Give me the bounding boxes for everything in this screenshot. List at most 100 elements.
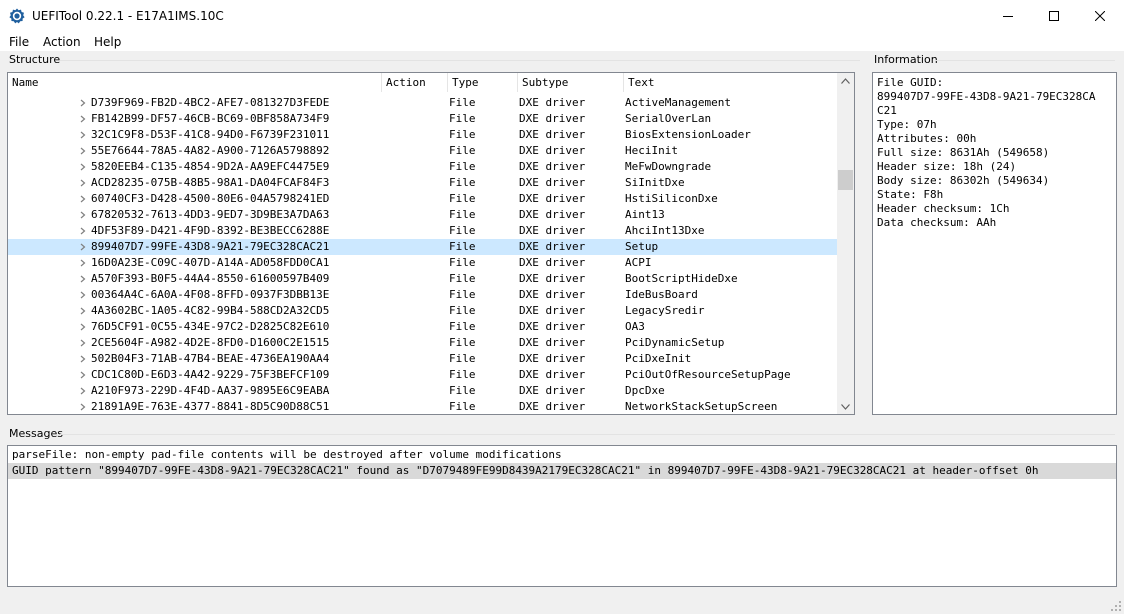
tree-row[interactable]: 76D5CF91-0C55-434E-97C2-D2825C82E610 File…: [8, 319, 837, 335]
menu-file[interactable]: File: [9, 34, 29, 50]
tree-row[interactable]: FB142B99-DF57-46CB-BC69-0BF858A734F9 File…: [8, 111, 837, 127]
row-type: File: [449, 304, 476, 317]
row-subtype: DXE driver: [519, 160, 586, 173]
row-type: File: [449, 400, 476, 413]
maximize-button[interactable]: [1031, 0, 1077, 31]
expand-chevron-icon[interactable]: [78, 383, 88, 399]
expand-chevron-icon[interactable]: [78, 255, 88, 271]
expand-chevron-icon[interactable]: [78, 303, 88, 319]
expand-chevron-icon[interactable]: [78, 191, 88, 207]
menu-help[interactable]: Help: [94, 34, 121, 50]
row-name: 2CE5604F-A982-4D2E-8FD0-D1600C2E1515: [91, 336, 330, 349]
expand-chevron-icon[interactable]: [78, 335, 88, 351]
tree-row[interactable]: ACD28235-075B-48B5-98A1-DA04FCAF84F3 File…: [8, 175, 837, 191]
messages-list[interactable]: parseFile: non-empty pad-file contents w…: [7, 445, 1117, 587]
message-line[interactable]: parseFile: non-empty pad-file contents w…: [8, 447, 562, 463]
tree-row[interactable]: 4A3602BC-1A05-4C82-99B4-588CD2A32CD5 File…: [8, 303, 837, 319]
column-header-type[interactable]: Type: [448, 73, 518, 92]
expand-chevron-icon[interactable]: [78, 175, 88, 191]
tree-row[interactable]: 16D0A23E-C09C-407D-A14A-AD058FDD0CA1 File…: [8, 255, 837, 271]
tree-row[interactable]: 21891A9E-763E-4377-8841-8D5C90D88C51 File…: [8, 399, 837, 414]
expand-chevron-icon[interactable]: [78, 287, 88, 303]
expand-chevron-icon[interactable]: [78, 367, 88, 383]
information-line: Full size: 8631Ah (549658): [877, 146, 1050, 159]
row-name: 16D0A23E-C09C-407D-A14A-AD058FDD0CA1: [91, 256, 330, 269]
row-subtype: DXE driver: [519, 96, 586, 109]
tree-row[interactable]: 55E76644-78A5-4A82-A900-7126A5798892 File…: [8, 143, 837, 159]
title-bar: UEFITool 0.22.1 - E17A1IMS.10C: [0, 0, 1124, 31]
structure-label: Structure: [9, 53, 61, 66]
row-name: 502B04F3-71AB-47B4-BEAE-4736EA190AA4: [91, 352, 330, 365]
row-name: ACD28235-075B-48B5-98A1-DA04FCAF84F3: [91, 176, 330, 189]
tree-row[interactable]: 5820EEB4-C135-4854-9D2A-AA9EFC4475E9 File…: [8, 159, 837, 175]
row-name: FB142B99-DF57-46CB-BC69-0BF858A734F9: [91, 112, 330, 125]
row-subtype: DXE driver: [519, 112, 586, 125]
row-name: CDC1C80D-E6D3-4A42-9229-75F3BEFCF109: [91, 368, 330, 381]
size-grip-icon[interactable]: [1110, 600, 1122, 612]
tree-row[interactable]: 4DF53F89-D421-4F9D-8392-BE3BECC6288E File…: [8, 223, 837, 239]
tree-row[interactable]: D739F969-FB2D-4BC2-AFE7-081327D3FEDE File…: [8, 95, 837, 111]
maximize-icon: [1049, 10, 1059, 21]
structure-separator: [60, 60, 860, 61]
structure-scrollbar[interactable]: [837, 73, 854, 414]
information-panel[interactable]: File GUID: 899407D7-99FE-43D8-9A21-79EC32…: [872, 72, 1117, 415]
column-header-name[interactable]: Name: [8, 73, 382, 92]
row-type: File: [449, 288, 476, 301]
column-header-action[interactable]: Action: [382, 73, 448, 92]
tree-row[interactable]: 00364A4C-6A0A-4F08-8FFD-0937F3DBB13E File…: [8, 287, 837, 303]
information-label: Information: [874, 53, 938, 66]
expand-chevron-icon[interactable]: [78, 319, 88, 335]
expand-chevron-icon[interactable]: [78, 399, 88, 414]
scroll-thumb[interactable]: [838, 170, 853, 190]
column-header-subtype[interactable]: Subtype: [518, 73, 624, 92]
row-type: File: [449, 176, 476, 189]
row-text: BiosExtensionLoader: [625, 128, 751, 141]
menu-bar: File Action Help: [0, 31, 1124, 51]
row-subtype: DXE driver: [519, 240, 586, 253]
information-text: File GUID: 899407D7-99FE-43D8-9A21-79EC32…: [877, 76, 1116, 230]
row-text: PciDxeInit: [625, 352, 692, 365]
row-type: File: [449, 96, 476, 109]
menu-action[interactable]: Action: [43, 34, 81, 50]
expand-chevron-icon[interactable]: [78, 143, 88, 159]
tree-row[interactable]: A570F393-B0F5-44A4-8550-61600597B409 File…: [8, 271, 837, 287]
minimize-icon: [1003, 15, 1013, 17]
row-text: PciOutOfResourceSetupPage: [625, 368, 791, 381]
tree-row[interactable]: 60740CF3-D428-4500-80E6-04A5798241ED File…: [8, 191, 837, 207]
expand-chevron-icon[interactable]: [78, 271, 88, 287]
expand-chevron-icon[interactable]: [78, 223, 88, 239]
row-text: ActiveManagement: [625, 96, 731, 109]
expand-chevron-icon[interactable]: [78, 127, 88, 143]
row-subtype: DXE driver: [519, 208, 586, 221]
row-type: File: [449, 240, 476, 253]
information-line: Type: 07h: [877, 118, 937, 131]
tree-row[interactable]: 502B04F3-71AB-47B4-BEAE-4736EA190AA4 File…: [8, 351, 837, 367]
tree-row[interactable]: A210F973-229D-4F4D-AA37-9895E6C9EABA File…: [8, 383, 837, 399]
row-name: A570F393-B0F5-44A4-8550-61600597B409: [91, 272, 330, 285]
expand-chevron-icon[interactable]: [78, 239, 88, 255]
expand-chevron-icon[interactable]: [78, 159, 88, 175]
row-subtype: DXE driver: [519, 304, 586, 317]
column-header-text[interactable]: Text: [624, 73, 837, 92]
row-text: ACPI: [625, 256, 652, 269]
tree-row[interactable]: 67820532-7613-4DD3-9ED7-3D9BE3A7DA63 File…: [8, 207, 837, 223]
row-type: File: [449, 160, 476, 173]
tree-row[interactable]: CDC1C80D-E6D3-4A42-9229-75F3BEFCF109 File…: [8, 367, 837, 383]
structure-tree[interactable]: Name Action Type Subtype Text D739F969-F…: [7, 72, 855, 415]
minimize-button[interactable]: [985, 0, 1031, 31]
message-line[interactable]: GUID pattern "899407D7-99FE-43D8-9A21-79…: [8, 463, 1116, 479]
tree-row[interactable]: 899407D7-99FE-43D8-9A21-79EC328CAC21 File…: [8, 239, 837, 255]
expand-chevron-icon[interactable]: [78, 111, 88, 127]
tree-row[interactable]: 2CE5604F-A982-4D2E-8FD0-D1600C2E1515 File…: [8, 335, 837, 351]
scroll-up-icon[interactable]: [841, 78, 850, 84]
tree-row[interactable]: 32C1C9F8-D53F-41C8-94D0-F6739F231011 File…: [8, 127, 837, 143]
row-name: 67820532-7613-4DD3-9ED7-3D9BE3A7DA63: [91, 208, 330, 221]
scroll-down-icon[interactable]: [841, 404, 850, 410]
row-type: File: [449, 208, 476, 221]
close-button[interactable]: [1077, 0, 1123, 31]
information-separator: [935, 60, 1115, 61]
expand-chevron-icon[interactable]: [78, 207, 88, 223]
row-subtype: DXE driver: [519, 384, 586, 397]
expand-chevron-icon[interactable]: [78, 95, 88, 111]
expand-chevron-icon[interactable]: [78, 351, 88, 367]
